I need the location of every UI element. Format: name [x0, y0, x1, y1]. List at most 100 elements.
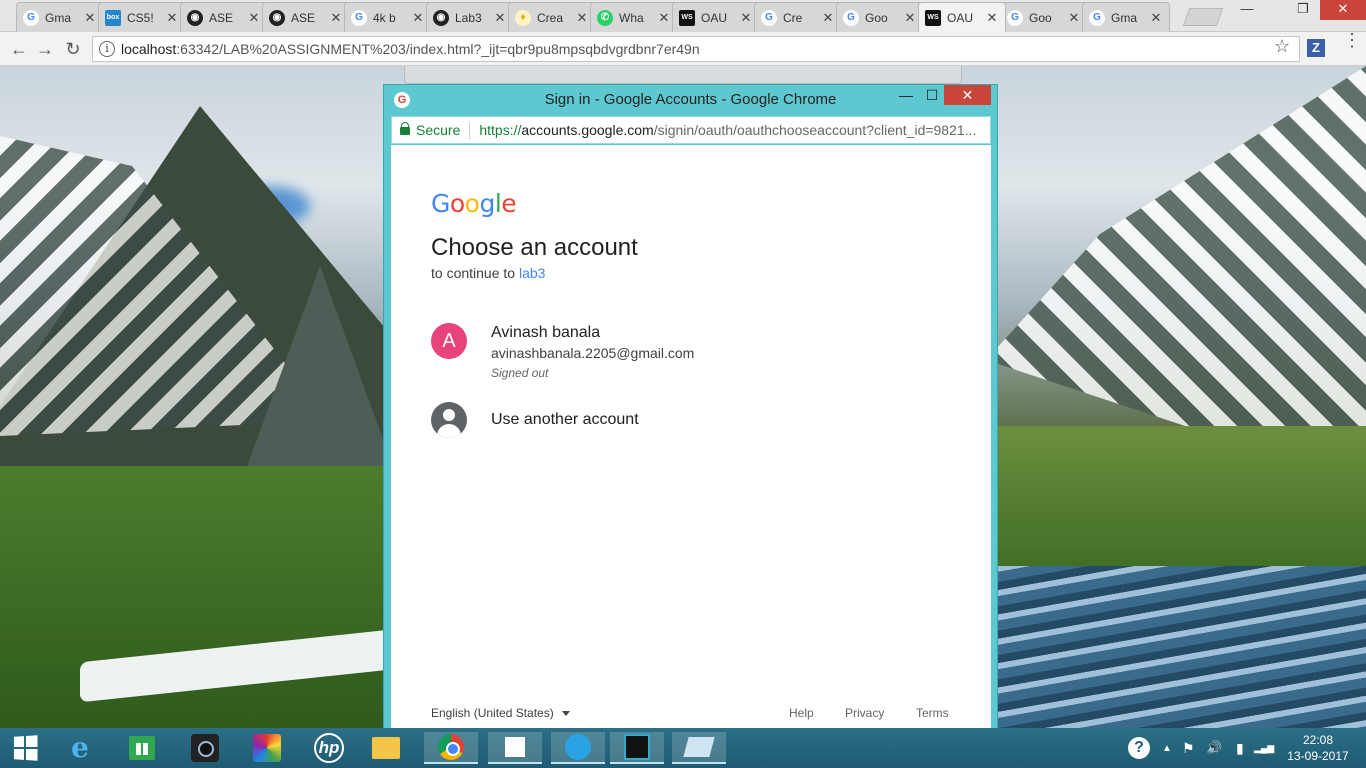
- tab-close-icon[interactable]: ✕: [83, 10, 97, 26]
- battery-icon[interactable]: ▮: [1236, 728, 1244, 768]
- tab-close-icon[interactable]: ✕: [575, 10, 589, 26]
- tab-close-icon[interactable]: ✕: [493, 10, 507, 26]
- hp-icon: hp: [314, 733, 344, 763]
- tab-title: Goo: [1029, 10, 1052, 25]
- language-selector[interactable]: English (United States): [431, 706, 570, 720]
- info-icon[interactable]: i: [99, 41, 115, 57]
- taskbar-explorer[interactable]: [366, 732, 406, 764]
- tab-close-icon[interactable]: ✕: [329, 10, 343, 26]
- window-maximize-button[interactable]: ❐: [1288, 0, 1318, 20]
- github-icon: ◉: [433, 9, 449, 26]
- tab-close-icon[interactable]: ✕: [657, 10, 671, 26]
- address-bar[interactable]: i localhost:63342/LAB%20ASSIGNMENT%203/i…: [92, 36, 1300, 62]
- folder-icon: [372, 737, 400, 759]
- tab-close-icon[interactable]: ✕: [247, 10, 261, 26]
- browser-tab[interactable]: G 4k b ✕: [344, 2, 432, 32]
- tab-close-icon[interactable]: ✕: [739, 10, 753, 26]
- page-subtitle: to continue to lab3: [431, 265, 545, 281]
- tab-title: Wha: [619, 10, 644, 25]
- browser-tab[interactable]: WS OAU ✕: [918, 2, 1006, 32]
- back-button[interactable]: ←: [8, 38, 30, 60]
- webstorm-icon: WS: [679, 9, 695, 26]
- tab-title: ASE: [209, 10, 234, 25]
- logo-letter: o: [449, 189, 465, 218]
- github-icon: ◉: [269, 9, 285, 26]
- taskbar-hp[interactable]: hp: [309, 732, 349, 764]
- tab-close-icon[interactable]: ✕: [1067, 10, 1081, 26]
- google-icon: G: [761, 9, 777, 26]
- privacy-link[interactable]: Privacy: [845, 706, 884, 720]
- reload-button[interactable]: ↻: [62, 38, 84, 60]
- browser-tab[interactable]: WS OAU ✕: [672, 2, 760, 32]
- windows-logo-icon: [13, 735, 38, 761]
- new-tab-button[interactable]: [1182, 8, 1224, 26]
- taskbar-paint[interactable]: [247, 732, 287, 764]
- taskbar-webstorm[interactable]: [610, 732, 664, 764]
- browser-tab[interactable]: box CS5! ✕: [98, 2, 186, 32]
- tab-close-icon[interactable]: ✕: [821, 10, 835, 26]
- google-logo: Google: [431, 189, 517, 218]
- network-icon[interactable]: ▂▄▆: [1254, 728, 1274, 768]
- browser-tab[interactable]: G Cre ✕: [754, 2, 842, 32]
- popup-maximize-button[interactable]: ☐: [924, 85, 940, 107]
- tray-expand-icon[interactable]: ▲: [1162, 728, 1172, 768]
- taskbar-app-white[interactable]: [488, 732, 542, 764]
- tab-close-icon[interactable]: ✕: [903, 10, 917, 26]
- forward-button[interactable]: →: [34, 38, 56, 60]
- tab-title: 4k b: [373, 10, 396, 25]
- popup-address-bar[interactable]: Secure https://accounts.google.com/signin…: [391, 116, 991, 144]
- paint-icon: [253, 734, 281, 762]
- browser-tab[interactable]: ✆ Wha ✕: [590, 2, 678, 32]
- person-icon: [431, 402, 467, 438]
- app-name-link[interactable]: lab3: [519, 265, 545, 281]
- signin-popup-window: G Sign in - Google Accounts - Google Chr…: [383, 84, 998, 750]
- box-icon: box: [105, 9, 121, 26]
- tray-help[interactable]: ?: [1128, 728, 1150, 768]
- tab-close-icon[interactable]: ✕: [411, 10, 425, 26]
- taskbar-chrome[interactable]: [424, 732, 478, 764]
- window-minimize-button[interactable]: —: [1232, 0, 1262, 20]
- start-button[interactable]: [5, 732, 45, 764]
- taskbar-camera[interactable]: [185, 732, 225, 764]
- browser-tab[interactable]: G Goo ✕: [1000, 2, 1088, 32]
- taskbar-notes[interactable]: [672, 732, 726, 764]
- tab-close-icon[interactable]: ✕: [165, 10, 179, 26]
- account-email: avinashbanala.2205@gmail.com: [491, 345, 695, 361]
- taskbar-skype[interactable]: [551, 732, 605, 764]
- browser-tab[interactable]: ◉ ASE ✕: [180, 2, 268, 32]
- popup-minimize-button[interactable]: —: [898, 85, 914, 107]
- volume-icon[interactable]: 🔊: [1206, 728, 1222, 768]
- chrome-menu-icon[interactable]: ⋮: [1343, 31, 1361, 49]
- popup-close-button[interactable]: ✕: [944, 85, 991, 105]
- extension-z-icon[interactable]: Z: [1307, 39, 1325, 57]
- action-center-flag-icon[interactable]: ⚑: [1182, 728, 1195, 768]
- browser-tab[interactable]: G Gma ✕: [16, 2, 104, 32]
- browser-tab[interactable]: ◉ Lab3 ✕: [426, 2, 514, 32]
- browser-tab[interactable]: ◉ ASE ✕: [262, 2, 350, 32]
- browser-tab[interactable]: ♦ Crea ✕: [508, 2, 596, 32]
- help-icon: ?: [1128, 737, 1150, 759]
- google-icon: G: [23, 9, 39, 26]
- use-another-account-option[interactable]: Use another account: [431, 402, 951, 442]
- bookmark-star-icon[interactable]: ☆: [1274, 36, 1290, 57]
- tab-title: Cre: [783, 10, 803, 25]
- page-title: Choose an account: [431, 234, 638, 261]
- taskbar-clock[interactable]: 22:08 13-09-2017: [1280, 732, 1356, 764]
- background-window-edge: [404, 66, 962, 84]
- account-option[interactable]: A Avinash banala avinashbanala.2205@gmai…: [431, 320, 951, 390]
- taskbar-store[interactable]: [122, 732, 162, 764]
- terms-link[interactable]: Terms: [916, 706, 949, 720]
- browser-tab[interactable]: G Gma ✕: [1082, 2, 1170, 32]
- tab-close-icon[interactable]: ✕: [1149, 10, 1163, 26]
- taskbar-ie[interactable]: e: [60, 732, 100, 764]
- windows-taskbar: e hp ? ▲ ⚑ 🔊 ▮ ▂▄▆ 22:08 13-09-2017: [0, 728, 1366, 768]
- skype-icon: [565, 734, 591, 760]
- tab-strip: G Gma ✕ box CS5! ✕ ◉ ASE ✕ ◉ ASE ✕ G 4k b ✕ ◉ Lab3 ✕ ♦ Crea…: [0, 0, 1366, 32]
- help-link[interactable]: Help: [789, 706, 814, 720]
- logo-letter: G: [431, 189, 450, 218]
- page-footer: English (United States) Help Privacy Ter…: [431, 706, 951, 726]
- browser-tab[interactable]: G Goo ✕: [836, 2, 924, 32]
- tab-title: Lab3: [455, 10, 482, 25]
- window-close-button[interactable]: ✕: [1320, 0, 1366, 20]
- tab-close-icon[interactable]: ✕: [985, 10, 999, 26]
